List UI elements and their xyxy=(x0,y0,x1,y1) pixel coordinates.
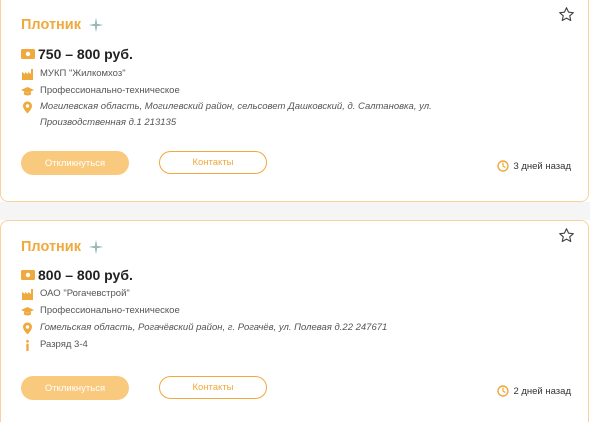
vacancy-title-row: Плотник xyxy=(21,17,103,33)
education-row: Профессионально-техническое xyxy=(21,85,180,98)
factory-icon xyxy=(22,289,33,300)
address: Гомельская область, Рогачёвский район, г… xyxy=(40,322,388,333)
contacts-button[interactable]: Контакты xyxy=(159,376,267,399)
posted-time-text: 2 дней назад xyxy=(513,385,571,397)
info-icon xyxy=(26,339,29,351)
education-row: Профессионально-техническое xyxy=(21,305,180,318)
graduation-cap-icon xyxy=(21,87,34,96)
education-level: Профессионально-техническое xyxy=(40,85,180,96)
factory-icon xyxy=(22,69,33,80)
apply-button[interactable]: Откликнуться xyxy=(21,151,129,175)
location-pin-icon xyxy=(23,101,32,114)
graduation-cap-icon xyxy=(21,307,34,316)
vacancy-title-row: Плотник xyxy=(21,239,103,255)
company-row: ОАО "Рогачевстрой" xyxy=(21,288,130,301)
salary-row: 800 – 800 руб. xyxy=(21,267,133,283)
sparkle-icon xyxy=(88,18,103,32)
company-name: МУКП "Жилкомхоз" xyxy=(40,68,126,79)
posted-time-text: 3 дней назад xyxy=(513,160,571,172)
salary-value: 750 – 800 руб. xyxy=(38,46,133,62)
sparkle-icon xyxy=(88,240,103,254)
address-row: Могилевская область, Могилевский район, … xyxy=(21,99,440,131)
card-separator xyxy=(0,202,590,220)
location-pin-icon xyxy=(23,322,32,335)
grade-row: Разряд 3-4 xyxy=(21,339,88,352)
grade-text: Разряд 3-4 xyxy=(40,339,88,350)
money-icon xyxy=(21,49,35,59)
salary-row: 750 – 800 руб. xyxy=(21,46,133,62)
vacancy-title[interactable]: Плотник xyxy=(21,17,81,33)
clock-icon xyxy=(497,385,510,397)
vacancy-card[interactable]: Плотник 750 – 800 руб. МУКП "Жилкомхоз" … xyxy=(0,0,589,202)
address-row: Гомельская область, Рогачёвский район, г… xyxy=(21,320,440,336)
clock-icon xyxy=(497,160,510,172)
favorite-star-icon[interactable] xyxy=(558,6,575,23)
vacancy-title[interactable]: Плотник xyxy=(21,239,81,255)
salary-value: 800 – 800 руб. xyxy=(38,267,133,283)
posted-time: 3 дней назад xyxy=(497,160,571,172)
company-name: ОАО "Рогачевстрой" xyxy=(40,288,130,299)
company-row: МУКП "Жилкомхоз" xyxy=(21,68,126,81)
posted-time: 2 дней назад xyxy=(497,385,571,397)
apply-button[interactable]: Откликнуться xyxy=(21,376,129,400)
favorite-star-icon[interactable] xyxy=(558,227,575,244)
contacts-button[interactable]: Контакты xyxy=(159,151,267,174)
money-icon xyxy=(21,270,35,280)
education-level: Профессионально-техническое xyxy=(40,305,180,316)
vacancy-card[interactable]: Плотник 800 – 800 руб. ОАО "Рогачевстрой… xyxy=(0,220,589,422)
address: Могилевская область, Могилевский район, … xyxy=(40,101,432,128)
